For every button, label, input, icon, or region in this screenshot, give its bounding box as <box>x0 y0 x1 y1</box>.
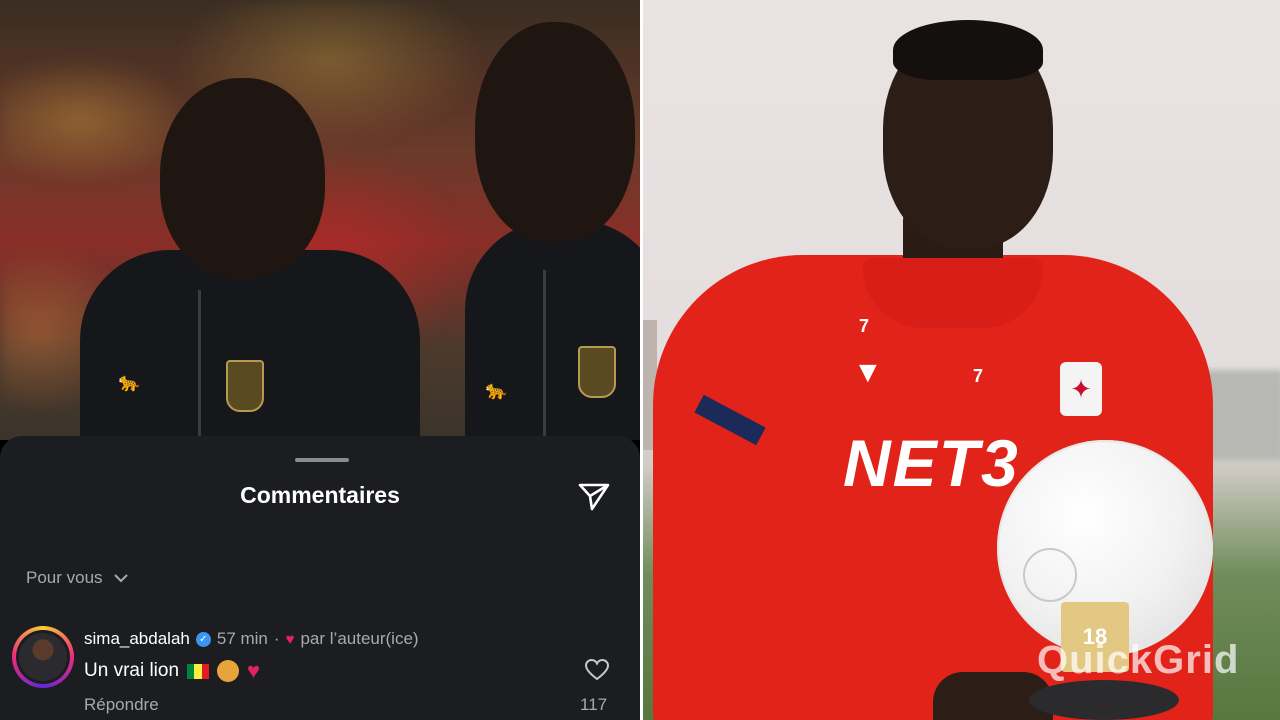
collar <box>863 258 1043 328</box>
player-hair <box>893 20 1043 80</box>
rcl-badge-icon <box>226 360 264 412</box>
comment-username[interactable]: sima_abdalah <box>84 629 190 649</box>
zip <box>543 270 546 440</box>
comment-text: Un vrai lion <box>84 660 180 681</box>
comments-sheet: Commentaires Pour vous sima_abdalah ✓ 57… <box>0 436 640 720</box>
chevron-down-icon <box>113 574 128 583</box>
trophy-lion-emblem-icon <box>1023 548 1077 602</box>
liked-by-author: par l’auteur(ice) <box>300 629 419 648</box>
comment-time: 57 min <box>216 629 268 648</box>
player-right-head <box>475 22 635 242</box>
filter-label: Pour vous <box>26 568 103 587</box>
watermark: QuickGrid <box>1037 638 1240 682</box>
trophy-base <box>1029 680 1179 720</box>
heart-icon: ♥ <box>285 630 295 648</box>
like-count: 117 <box>580 695 608 714</box>
eagle-crest-icon: ✦ <box>1060 362 1102 416</box>
player-right-jacket <box>465 220 640 440</box>
verified-badge-icon: ✓ <box>195 631 211 647</box>
senegal-flag-icon <box>187 663 210 679</box>
drag-handle[interactable] <box>295 458 349 462</box>
left-photo: 🐆 🐆 <box>0 0 640 440</box>
zip <box>198 290 201 440</box>
comment-text-row: Un vrai lion ♥ <box>84 658 260 684</box>
puma-logo-icon: 🐆 <box>485 380 508 400</box>
like-heart-icon[interactable] <box>584 658 610 682</box>
player-left-head <box>160 78 325 278</box>
sponsor-text: NET3 <box>843 426 1020 500</box>
collar-number-left: 7 <box>859 316 870 336</box>
macron-logo-icon: ▼ <box>853 356 883 389</box>
comment-header: sima_abdalah ✓ 57 min · ♥ par l’auteur(i… <box>84 629 419 649</box>
lion-emoji-icon <box>217 660 240 682</box>
right-photo: ▼ 7 7 ✦ NET3 18 QuickGrid <box>643 0 1280 720</box>
collar-number-right: 7 <box>973 366 984 386</box>
avatar[interactable] <box>12 626 74 688</box>
rcl-badge-icon <box>578 346 616 398</box>
red-heart-icon: ♥ <box>247 658 261 683</box>
share-icon[interactable] <box>576 478 612 514</box>
meta-separator: · <box>273 629 280 648</box>
puma-logo-icon: 🐆 <box>118 372 141 392</box>
filter-dropdown[interactable]: Pour vous <box>26 568 129 588</box>
sheet-title: Commentaires <box>240 482 400 508</box>
reply-button[interactable]: Répondre <box>84 695 159 715</box>
